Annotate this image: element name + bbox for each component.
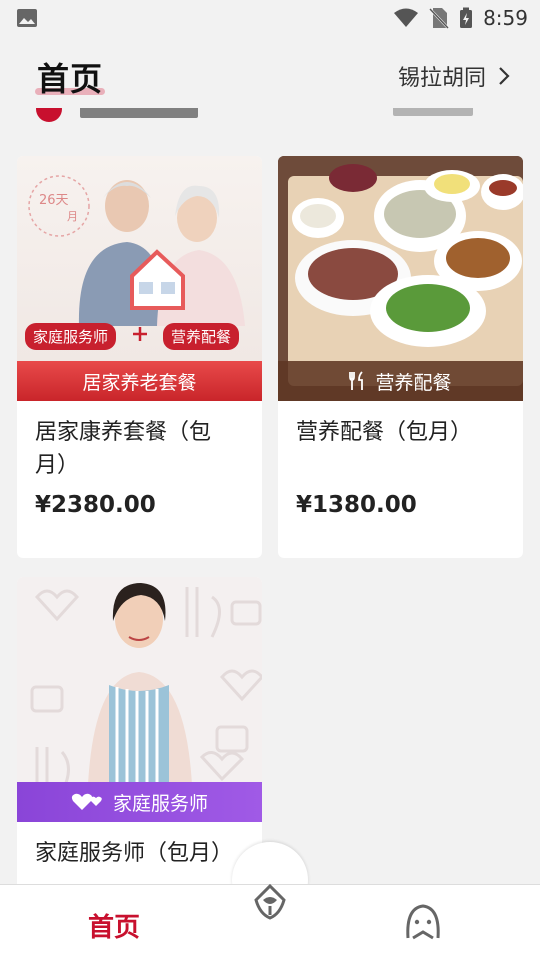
wifi-icon [394, 8, 419, 27]
svg-text:月: 月 [67, 210, 78, 223]
gallery-notification-icon [17, 9, 37, 27]
app-header: 首页 锡拉胡同 [0, 36, 540, 108]
status-bar: 8:59 [0, 0, 540, 36]
chevron-right-icon [499, 67, 510, 85]
product-price: ¥2380.00 [35, 492, 156, 518]
product-image-meal-set: 营养配餐 [278, 156, 523, 401]
product-card[interactable]: 营养配餐 营养配餐（包月） ¥1380.00 [278, 156, 523, 558]
product-name: 营养配餐（包月） [296, 420, 473, 445]
cutlery-icon [349, 371, 364, 390]
feature-tag: 家庭服务师 [25, 323, 117, 350]
profile-icon[interactable] [404, 902, 442, 942]
product-name: 居家康养套餐（包月） [35, 420, 212, 478]
hearts-icon [71, 793, 102, 810]
svg-text:26天: 26天 [39, 193, 69, 208]
product-card[interactable]: 26天 月 家庭服务师 营养配餐 居家养老套餐 居家康养套餐（包月） ¥2380… [17, 156, 262, 558]
product-name: 家庭服务师（包月） [35, 841, 234, 866]
product-banner: 家庭服务师 [17, 782, 262, 822]
product-image-elderly-couple: 26天 月 家庭服务师 营养配餐 居家养老套餐 [17, 156, 262, 401]
product-banner-label: 营养配餐 [375, 371, 452, 394]
product-card[interactable]: 家庭服务师 家庭服务师（包月） [17, 577, 262, 917]
product-banner: 营养配餐 [278, 361, 523, 401]
nav-tab-home[interactable]: 首页 [88, 907, 140, 944]
location-label: 锡拉胡同 [397, 66, 486, 91]
battery-charging-icon [460, 7, 473, 28]
status-time: 8:59 [483, 6, 528, 30]
center-logo-icon[interactable] [250, 882, 290, 922]
feature-tag: 营养配餐 [163, 323, 240, 350]
product-image-housekeeper: 家庭服务师 [17, 577, 262, 822]
no-sim-icon [429, 8, 449, 29]
page-title: 首页 [37, 60, 104, 98]
product-price: ¥1380.00 [296, 492, 417, 518]
product-banner-label: 家庭服务师 [112, 792, 208, 815]
location-selector[interactable]: 锡拉胡同 [398, 60, 510, 92]
plus-icon [133, 327, 147, 341]
product-banner: 居家养老套餐 [17, 361, 262, 401]
